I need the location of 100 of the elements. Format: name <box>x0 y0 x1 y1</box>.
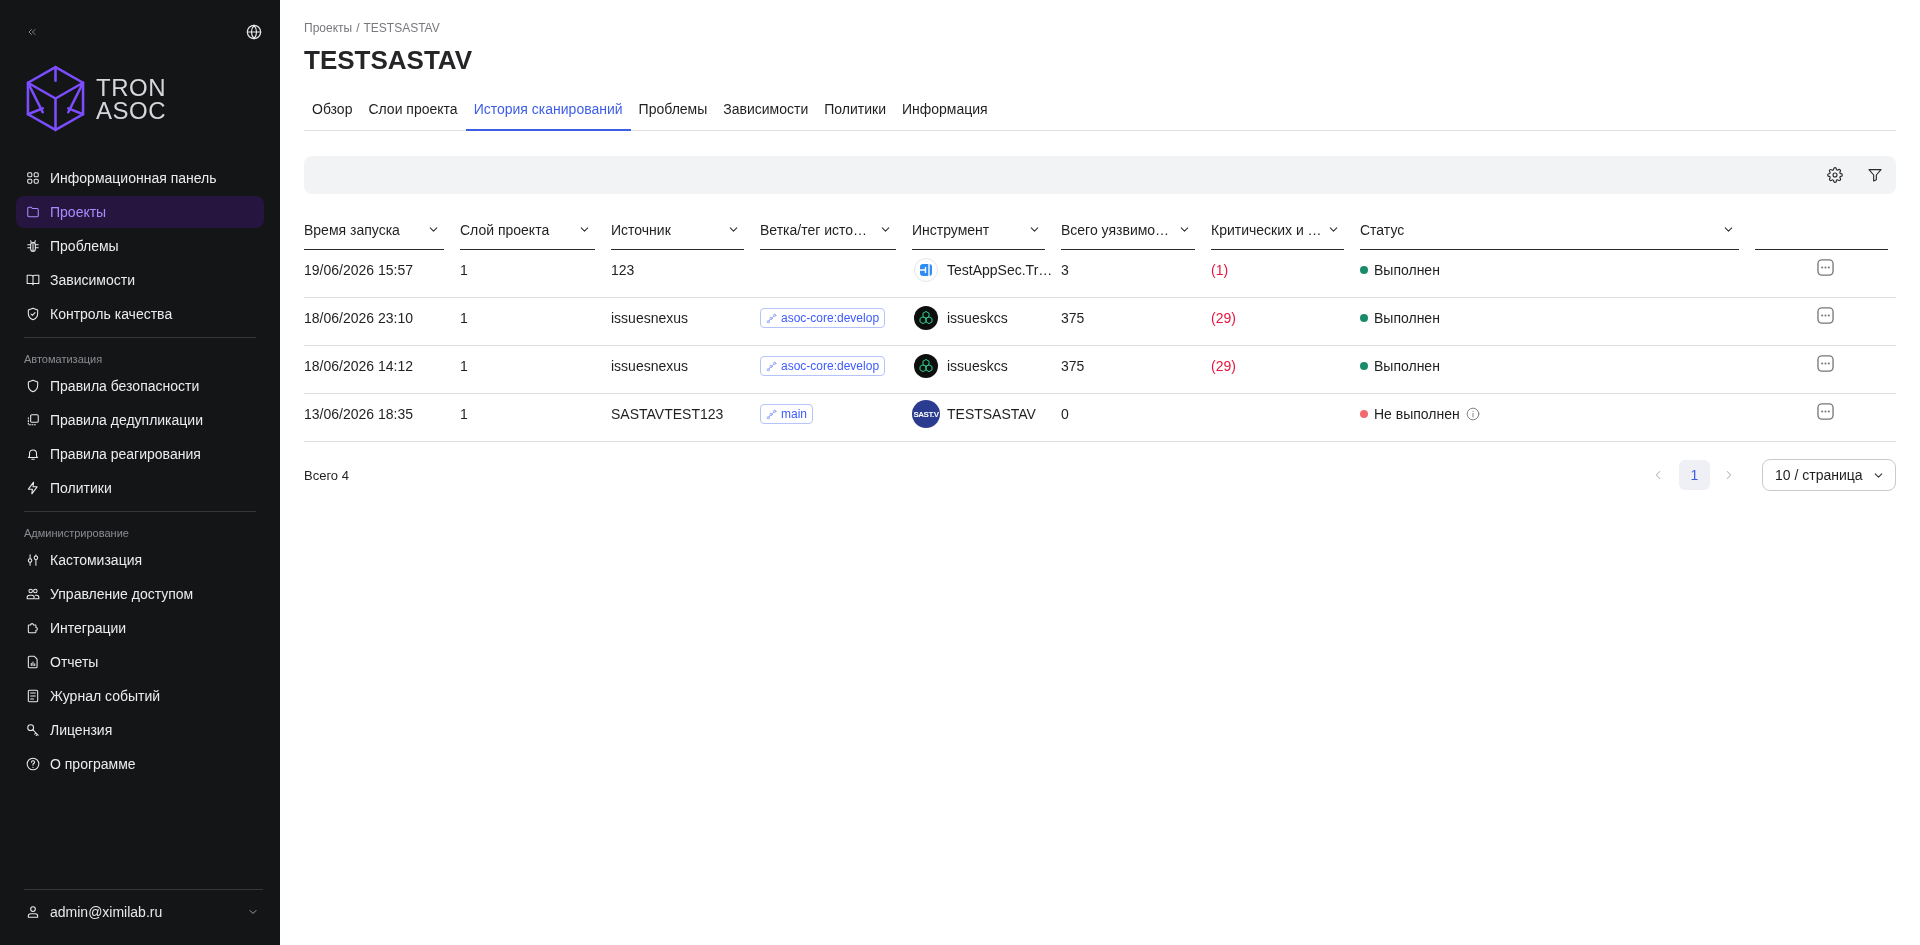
bell-icon <box>26 447 40 461</box>
cube-logo-icon <box>25 65 86 132</box>
sliders-icon <box>26 553 40 567</box>
branch-icon <box>766 312 777 324</box>
scan-time: 18/06/2026 14:12 <box>304 358 413 374</box>
collapse-icon[interactable] <box>26 26 38 38</box>
info-icon[interactable] <box>1465 407 1480 421</box>
folder-icon <box>26 205 40 219</box>
critical-count: (29) <box>1211 358 1236 374</box>
tool-name: issueskcs <box>947 310 1008 326</box>
column-header[interactable]: Ветка/тег исто… <box>760 210 896 250</box>
shield-check-icon <box>26 307 40 321</box>
status-text: Выполнен <box>1374 310 1440 326</box>
nav-item[interactable]: Информационная панель <box>16 162 264 194</box>
source-name: 123 <box>611 262 635 278</box>
filter-icon[interactable] <box>1867 167 1883 183</box>
layer-number: 1 <box>460 262 468 278</box>
bug-icon <box>26 239 40 253</box>
tool-name: TESTSASTAV <box>947 406 1036 422</box>
hexagon-logo-icon <box>914 354 938 378</box>
layer-number: 1 <box>460 406 468 422</box>
user-icon <box>26 905 40 919</box>
section-heading: Администрирование <box>23 526 130 541</box>
grid-icon <box>26 171 40 185</box>
nav-item[interactable]: Проблемы <box>16 230 264 262</box>
page-button[interactable]: 1 <box>1679 460 1710 490</box>
tab[interactable]: Обзор <box>304 89 361 131</box>
hexagon-logo-icon <box>914 306 938 330</box>
breadcrumb-separator: / <box>356 20 360 36</box>
scan-time: 18/06/2026 23:10 <box>304 310 413 326</box>
nav-item[interactable]: Контроль качества <box>16 298 264 330</box>
nav-item[interactable]: Зависимости <box>16 264 264 296</box>
critical-count: (1) <box>1211 262 1229 278</box>
nav-item[interactable]: Кастомизация <box>16 544 264 576</box>
globe-icon[interactable] <box>246 24 262 40</box>
nav-item[interactable]: Лицензия <box>16 714 264 746</box>
critical-count: (29) <box>1211 310 1236 326</box>
vulnerability-count: 375 <box>1061 358 1085 374</box>
tab[interactable]: Слои проекта <box>360 89 466 131</box>
total-count: Всего 4 <box>304 467 349 483</box>
status-text: Не выполнен <box>1374 406 1460 422</box>
breadcrumb-link[interactable]: Проекты <box>304 20 353 36</box>
report-icon <box>26 655 40 669</box>
lightning-icon <box>26 481 40 495</box>
tab[interactable]: Политики <box>816 89 894 131</box>
key-icon <box>26 723 40 737</box>
nav-item[interactable]: Политики <box>16 472 264 504</box>
nav-item[interactable]: О программе <box>16 748 264 780</box>
branch-icon <box>766 360 777 372</box>
vulnerability-count: 3 <box>1061 262 1069 278</box>
user-menu[interactable]: admin@ximilab.ru <box>16 896 264 928</box>
nav-item[interactable]: Правила дедупликации <box>16 404 264 436</box>
more-icon[interactable] <box>1817 258 1834 276</box>
nav-item[interactable]: Правила реагирования <box>16 438 264 470</box>
nav-item[interactable]: Отчеты <box>16 646 264 678</box>
branch-name: asoc-core:develop <box>781 311 880 325</box>
shield-icon <box>26 379 40 393</box>
source-name: SASTAVTEST123 <box>611 406 724 422</box>
page-title: TESTSASTAV <box>304 44 474 77</box>
vulnerability-count: 375 <box>1061 310 1085 326</box>
tab[interactable]: История сканирований <box>465 89 631 131</box>
nav-item[interactable]: Интеграции <box>16 612 264 644</box>
settings-icon[interactable] <box>1827 167 1843 183</box>
logo-icon <box>914 258 938 282</box>
users-icon <box>26 587 40 601</box>
nav-item[interactable]: Правила безопасности <box>16 370 264 402</box>
help-icon <box>26 757 40 771</box>
nav-item[interactable]: Проекты <box>16 196 264 228</box>
more-icon[interactable] <box>1817 306 1834 324</box>
tab[interactable]: Зависимости <box>715 89 817 131</box>
logo-text: TRON ASOC <box>96 75 166 122</box>
tool-name: issueskcs <box>947 358 1008 374</box>
tab[interactable]: Проблемы <box>630 89 716 131</box>
column-header[interactable]: Источник <box>611 210 744 250</box>
branch-name: asoc-core:develop <box>781 359 880 373</box>
layer-number: 1 <box>460 358 468 374</box>
column-header[interactable]: Слой проекта <box>460 210 595 250</box>
branch-icon <box>766 408 777 420</box>
scan-time: 13/06/2026 18:35 <box>304 406 413 422</box>
more-icon[interactable] <box>1817 354 1834 372</box>
more-icon[interactable] <box>1817 402 1834 420</box>
source-name: issuesnexus <box>611 310 689 326</box>
book-icon <box>26 273 40 287</box>
tab[interactable]: Информация <box>893 89 996 131</box>
branch-name: main <box>781 407 807 421</box>
document-icon <box>26 689 40 703</box>
vulnerability-count: 0 <box>1061 406 1069 422</box>
nav-item[interactable]: Управление доступом <box>16 578 264 610</box>
column-header[interactable]: Критических и … <box>1211 210 1344 250</box>
breadcrumb-current: TESTSASTAV <box>363 20 440 36</box>
column-header[interactable]: Инструмент <box>912 210 1045 250</box>
column-header[interactable]: Всего уязвимо… <box>1061 210 1195 250</box>
column-header[interactable]: Статус <box>1360 210 1739 250</box>
nav-item[interactable]: Журнал событий <box>16 680 264 712</box>
scan-time: 19/06/2026 15:57 <box>304 262 413 278</box>
tool-name: TestAppSec.Tr… <box>947 262 1053 278</box>
page-size-select[interactable]: 10 / страница <box>1762 459 1896 491</box>
puzzle-icon <box>26 621 40 635</box>
column-header[interactable]: Время запуска <box>304 210 444 250</box>
layer-number: 1 <box>460 310 468 326</box>
